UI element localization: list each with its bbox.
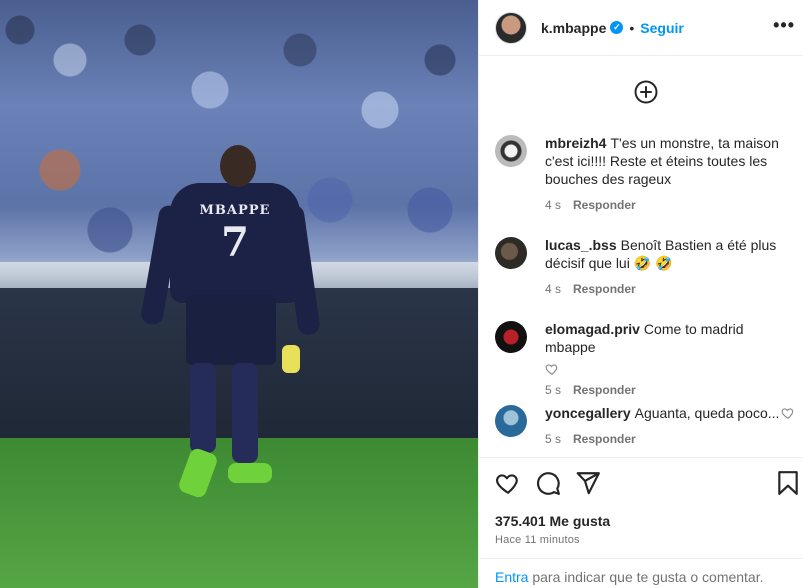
comment-like-icon[interactable] <box>781 406 795 420</box>
like-count[interactable]: 375.401 Me gusta <box>495 513 610 529</box>
comment-item: yoncegallery Aguanta, queda poco... 5 s R… <box>495 404 795 448</box>
footer-divider <box>479 558 803 559</box>
follow-button[interactable]: Seguir <box>640 20 684 36</box>
header-separator: • <box>629 19 635 36</box>
comment-time[interactable]: 4 s <box>545 196 561 214</box>
post-actions <box>479 470 803 500</box>
commenter-avatar[interactable] <box>495 321 527 353</box>
reply-button[interactable]: Responder <box>573 280 636 298</box>
player-shorts <box>186 295 276 365</box>
comment-time[interactable]: 5 s <box>545 430 561 448</box>
commenter-username[interactable]: yoncegallery <box>545 405 631 421</box>
comment-time[interactable]: 4 s <box>545 280 561 298</box>
login-link[interactable]: Entra <box>495 569 528 585</box>
comment-like-icon[interactable] <box>545 362 559 376</box>
player-leg-left <box>190 363 216 453</box>
comment-time[interactable]: 5 s <box>545 381 561 399</box>
comment-item: lucas_.bss Benoît Bastien a été plus déci… <box>495 236 795 298</box>
plus-circle-icon[interactable] <box>634 80 658 104</box>
login-prompt-text: para indicar que te gusta o comentar. <box>528 569 764 585</box>
post-header: k.mbappe ✓ • Seguir ••• <box>479 0 803 56</box>
player-leg-right <box>232 363 258 463</box>
comment-body: mbreizh4 T'es un monstre, ta maison c'est… <box>545 134 795 214</box>
bookmark-icon[interactable] <box>775 470 801 496</box>
author-avatar[interactable] <box>495 11 527 44</box>
comment-body: lucas_.bss Benoît Bastien a été plus déci… <box>545 236 795 298</box>
comment-meta: 5 s Responder <box>545 381 795 399</box>
comment-body: elomagad.priv Come to madrid mbappe 5 s R… <box>545 320 795 399</box>
reply-button[interactable]: Responder <box>573 430 636 448</box>
player-boot-left <box>176 446 220 500</box>
player-glove <box>282 345 300 373</box>
author-username[interactable]: k.mbappe <box>541 20 606 36</box>
post-image[interactable]: MBAPPE 7 <box>0 0 478 588</box>
reply-button[interactable]: Responder <box>573 196 636 214</box>
actions-divider <box>479 457 803 458</box>
commenter-username[interactable]: elomagad.priv <box>545 321 640 337</box>
jersey-name: MBAPPE <box>199 203 271 218</box>
login-prompt: Entra para indicar que te gusta o coment… <box>495 569 764 585</box>
comment-meta: 4 s Responder <box>545 280 795 298</box>
comment-item: elomagad.priv Come to madrid mbappe 5 s R… <box>495 320 795 399</box>
commenter-avatar[interactable] <box>495 405 527 437</box>
commenter-username[interactable]: lucas_.bss <box>545 237 617 253</box>
commenter-avatar[interactable] <box>495 135 527 167</box>
send-icon[interactable] <box>575 470 601 496</box>
reply-button[interactable]: Responder <box>573 381 636 399</box>
comment-body: yoncegallery Aguanta, queda poco... 5 s R… <box>545 404 795 448</box>
comment-item: mbreizh4 T'es un monstre, ta maison c'est… <box>495 134 795 214</box>
player-boot-right <box>228 463 272 483</box>
comment-text: Aguanta, queda poco... <box>634 405 780 421</box>
post-timestamp[interactable]: Hace 11 minutos <box>495 534 580 546</box>
heart-icon[interactable] <box>495 470 521 496</box>
comment-icon[interactable] <box>535 470 561 496</box>
verified-badge-icon: ✓ <box>610 21 624 34</box>
post-panel: k.mbappe ✓ • Seguir ••• mbreizh4 T'es un … <box>479 0 803 588</box>
commenter-username[interactable]: mbreizh4 <box>545 135 606 151</box>
player-head <box>220 145 256 187</box>
commenter-avatar[interactable] <box>495 237 527 269</box>
jersey-number: 7 <box>221 219 249 266</box>
comment-meta: 4 s Responder <box>545 196 795 214</box>
player-figure: MBAPPE 7 <box>139 145 321 505</box>
more-options-button[interactable]: ••• <box>773 14 795 36</box>
comment-meta: 5 s Responder <box>545 430 795 448</box>
